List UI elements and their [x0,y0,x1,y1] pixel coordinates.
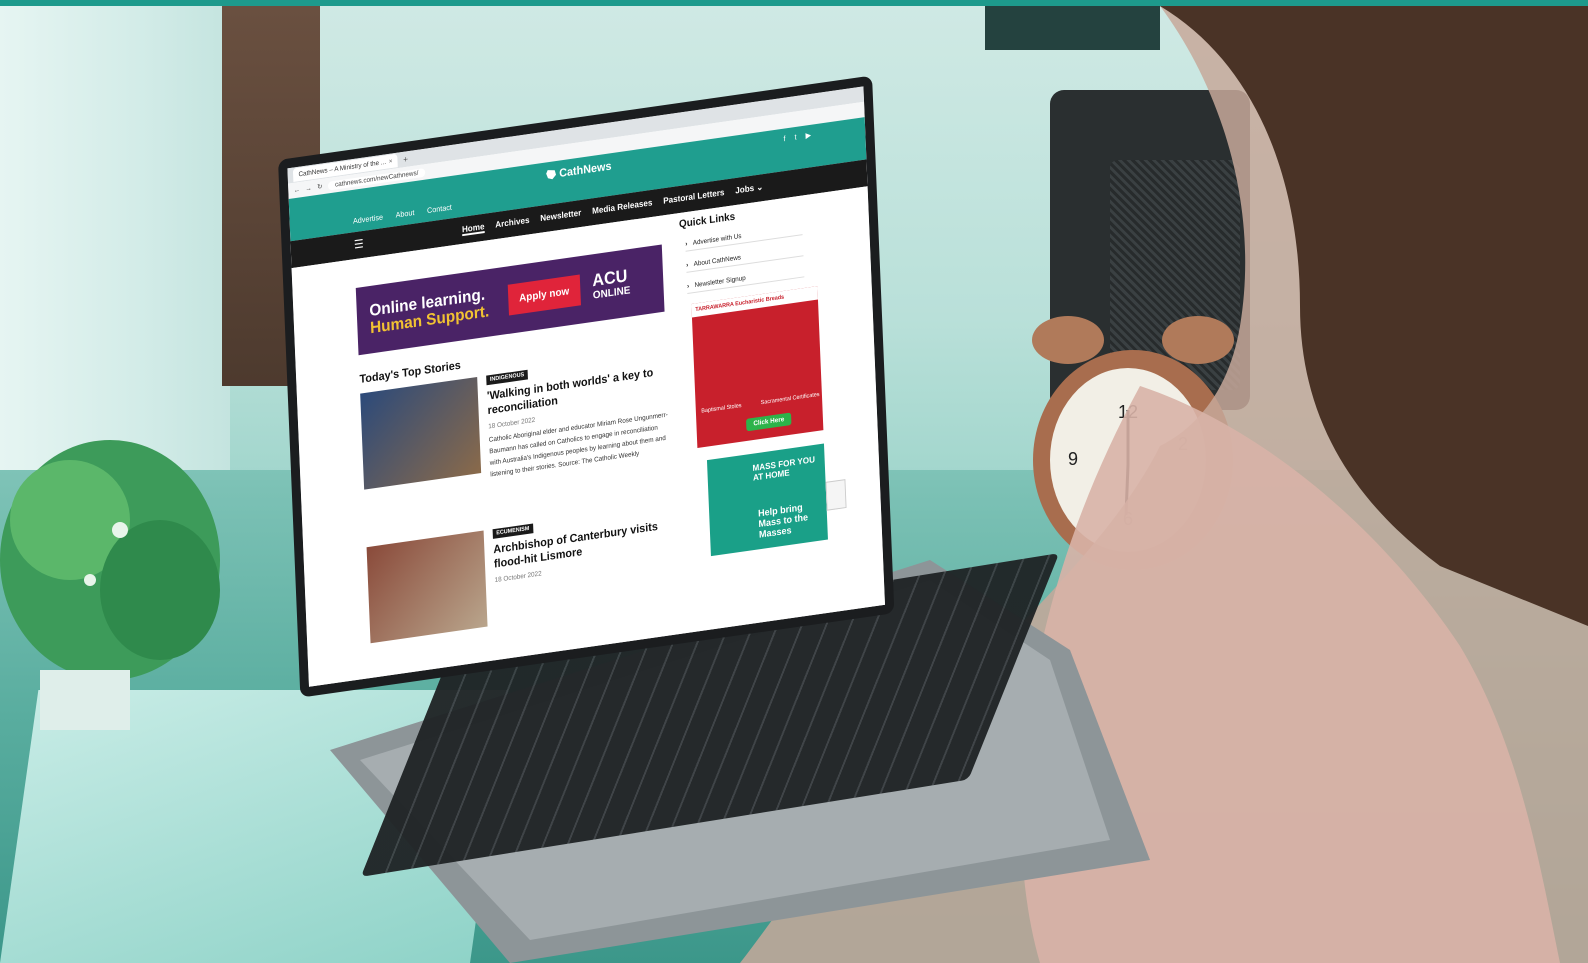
mass-ad-title: MASS FOR YOU AT HOME [752,454,816,483]
mass-for-you-ad[interactable]: MASS FOR YOU AT HOME Help bring Mass to … [706,443,828,557]
menu-icon[interactable]: ☰ [354,237,364,252]
laptop-screen: CathNews – A Ministry of the ... × + ← →… [250,60,1150,780]
nav-home[interactable]: Home [461,221,485,237]
recaptcha-badge[interactable] [825,479,847,511]
twitter-icon[interactable]: t [794,133,796,142]
acu-logo: ACU ONLINE [592,266,631,303]
story-tag[interactable]: INDIGENOUS [486,369,528,386]
logo-text: CathNews [558,158,612,180]
quick-links-title: Quick Links [678,210,736,231]
top-link-contact[interactable]: Contact [427,203,452,215]
story-date: 18 October 2022 [488,417,536,431]
banner-text: Online learning. Human Support. [356,285,492,339]
ad-header: TARRAWARRA Eucharistic Breads [691,286,818,318]
youtube-icon[interactable]: ▶ [805,131,811,140]
apply-now-button[interactable]: Apply now [507,274,581,316]
story-thumbnail[interactable] [366,530,488,644]
social-links: f t ▶ [783,131,811,144]
click-here-button[interactable]: Click Here [745,412,792,432]
story-tag[interactable]: ECUMENISM [492,523,534,539]
story-date: 18 October 2022 [494,570,542,584]
page-content: Online learning. Human Support. Apply no… [291,186,886,691]
facebook-icon[interactable]: f [783,134,785,143]
browser-window: CathNews – A Ministry of the ... × + ← →… [278,75,895,698]
plant [0,440,220,730]
story-card[interactable]: ECUMENISM Archbishop of Canterbury visit… [366,504,677,653]
nav-newsletter[interactable]: Newsletter [540,208,581,225]
nav-jobs[interactable]: Jobs ⌄ [735,182,763,197]
new-tab-button[interactable]: + [403,154,408,164]
top-link-about[interactable]: About [395,208,414,219]
close-icon[interactable]: × [389,158,393,165]
nav-pastoral-letters[interactable]: Pastoral Letters [663,187,725,207]
acu-banner-ad[interactable]: Online learning. Human Support. Apply no… [355,244,665,356]
site-logo[interactable]: CathNews [545,158,612,182]
mass-ad-tagline: Help bring Mass to the Masses [757,502,809,541]
nav-media-releases[interactable]: Media Releases [592,198,653,218]
ad-label-certificates: Sacramental Certificates [760,392,820,407]
top-link-advertise[interactable]: Advertise [353,213,383,226]
story-thumbnail[interactable] [360,376,482,490]
tarrawarra-ad[interactable]: TARRAWARRA Eucharistic Breads Baptismal … [691,286,824,448]
australia-logo-icon [545,168,556,181]
forward-icon[interactable]: → [305,185,312,193]
nav-archives[interactable]: Archives [495,215,530,231]
back-icon[interactable]: ← [294,186,301,194]
ad-label-stoles: Baptismal Stoles [701,403,742,415]
reload-icon[interactable]: ↻ [317,183,323,191]
